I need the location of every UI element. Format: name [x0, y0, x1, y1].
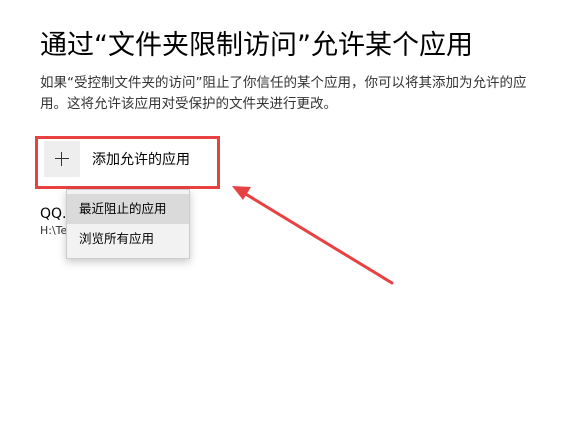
page-description: 如果“受控制文件夹的访问”阻止了你信任的某个应用，你可以将其添加为允许的应用。这…: [40, 75, 527, 112]
menu-item-recently-blocked-apps[interactable]: 最近阻止的应用: [67, 194, 189, 224]
menu-item-browse-all-apps[interactable]: 浏览所有应用: [67, 224, 189, 254]
page: 通过“文件夹限制访问”允许某个应用 如果“受控制文件夹的访问”阻止了你信任的某个…: [0, 0, 567, 435]
page-title: 通过“文件夹限制访问”允许某个应用: [40, 30, 473, 61]
add-app-dropdown-menu: 最近阻止的应用 浏览所有应用: [66, 189, 190, 259]
annotation-highlight-box: [35, 136, 220, 189]
